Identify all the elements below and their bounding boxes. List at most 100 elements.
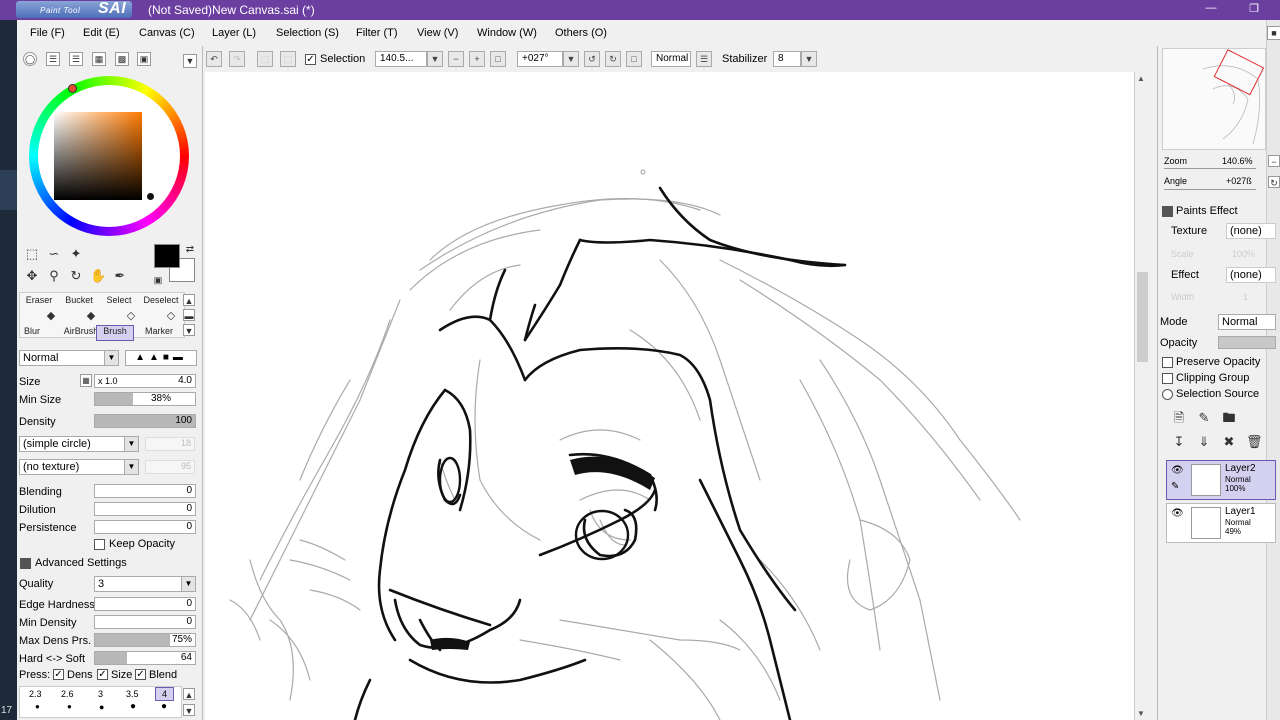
min-density-slider[interactable]: 0 xyxy=(94,615,196,629)
new-folder-icon[interactable]: 🖿 xyxy=(1221,410,1237,426)
stabilizer-field[interactable]: 8 xyxy=(773,51,801,67)
press-dens-checkbox[interactable]: ✓ xyxy=(53,669,64,680)
zoom-in-icon[interactable]: + xyxy=(469,51,485,67)
collapse-icon[interactable] xyxy=(20,558,31,569)
eyedropper-icon[interactable]: ✒ xyxy=(112,268,128,284)
nav-angle-slider[interactable] xyxy=(1164,189,1256,190)
clipping-group-checkbox[interactable] xyxy=(1162,373,1173,384)
brush-texture-select[interactable]: (no texture) ▼ xyxy=(19,459,139,475)
rect-select-icon[interactable]: ⬚ xyxy=(24,246,40,262)
navigator-preview[interactable] xyxy=(1162,48,1266,150)
menu-others[interactable]: Others (O) xyxy=(555,27,607,39)
new-layer-icon[interactable]: 🗎 xyxy=(1171,410,1187,426)
keep-opacity-checkbox[interactable] xyxy=(94,539,105,550)
size-preset-3[interactable]: 3 xyxy=(98,689,103,699)
brush-brush-selected[interactable]: Brush xyxy=(96,325,134,341)
canvas-vertical-scrollbar[interactable]: ▲ ▼ xyxy=(1134,72,1150,720)
advanced-settings-header[interactable]: Advanced Settings xyxy=(35,557,127,569)
rotate-left-icon[interactable]: ↺ xyxy=(584,51,600,67)
angle-dropdown-icon[interactable]: ▼ xyxy=(563,51,579,67)
redo-icon[interactable]: ↷ xyxy=(229,51,245,67)
zoom-out-icon[interactable]: − xyxy=(448,51,464,67)
presets-scroll-up-icon[interactable]: ▲ xyxy=(183,688,195,700)
hand-icon[interactable]: ✋ xyxy=(90,268,106,284)
scroll-up-icon[interactable]: ▲ xyxy=(1137,74,1145,83)
rotate-right-icon[interactable]: ↻ xyxy=(605,51,621,67)
angle-field[interactable]: +027° xyxy=(517,51,563,67)
nav-zoom-reset-icon[interactable]: − xyxy=(1268,155,1280,167)
rotate-icon[interactable]: ↻ xyxy=(68,268,84,284)
brush-shape-select[interactable]: (simple circle) ▼ xyxy=(19,436,139,452)
selection-source-radio[interactable] xyxy=(1162,389,1173,400)
minimize-icon[interactable]: — xyxy=(1203,2,1219,16)
transfer-down-icon[interactable]: ↧ xyxy=(1171,434,1187,450)
layer-row-layer2[interactable]: 👁 ✎ Layer2 Normal 100% xyxy=(1166,460,1276,500)
dock-icon[interactable]: ■ xyxy=(1267,26,1280,40)
edge-hardness-slider[interactable]: 0 xyxy=(94,597,196,611)
density-slider[interactable]: 100 xyxy=(94,414,196,428)
blending-slider[interactable]: 0 xyxy=(94,484,196,498)
scratchpad-icon[interactable]: ▩ xyxy=(115,52,129,66)
merge-down-icon[interactable]: ⇓ xyxy=(1196,434,1212,450)
rotate-reset-icon[interactable]: □ xyxy=(626,51,642,67)
hue-marker[interactable] xyxy=(68,84,77,93)
quality-select[interactable]: 3 ▼ xyxy=(94,576,196,592)
nav-zoom-slider[interactable] xyxy=(1164,168,1256,169)
press-blend-checkbox[interactable]: ✓ xyxy=(135,669,146,680)
saturation-marker[interactable] xyxy=(146,192,155,201)
show-selection-checkbox[interactable]: ✓ xyxy=(305,54,316,65)
layer-row-layer1[interactable]: 👁 Layer1 Normal 49% xyxy=(1166,503,1276,543)
brush-marker[interactable]: Marker xyxy=(139,326,179,342)
layer-mode-select[interactable]: Normal xyxy=(1218,314,1276,330)
menu-filter[interactable]: Filter (T) xyxy=(356,27,398,39)
eye-icon[interactable]: 👁 xyxy=(1171,465,1184,476)
brush-scroll-down-icon[interactable]: ▼ xyxy=(183,324,195,336)
undo-icon[interactable]: ↶ xyxy=(206,51,222,67)
zoom-icon[interactable]: ⚲ xyxy=(46,268,62,284)
color-saturation-square[interactable] xyxy=(54,112,142,200)
swap-colors-icon[interactable]: ⇄ xyxy=(182,242,198,258)
clear-layer-icon[interactable]: ✖ xyxy=(1221,434,1237,450)
max-dens-slider[interactable]: 75% xyxy=(94,633,196,647)
effect-select[interactable]: (none) xyxy=(1226,267,1276,283)
menu-canvas[interactable]: Canvas (C) xyxy=(139,27,195,39)
collapse-icon[interactable] xyxy=(1162,206,1173,217)
maximize-icon[interactable]: ❐ xyxy=(1246,2,1262,16)
nav-angle-reset-icon[interactable]: ↻ xyxy=(1268,176,1280,188)
reset-colors-icon[interactable]: ▣ xyxy=(150,272,166,288)
panel-menu-icon[interactable]: ▼ xyxy=(183,54,197,68)
size-lock-icon[interactable]: ▦ xyxy=(80,374,92,387)
foreground-color-swatch[interactable] xyxy=(154,244,180,268)
brush-airbrush[interactable]: AirBrush xyxy=(61,326,101,342)
size-preset-2[interactable]: 2.6 xyxy=(61,689,74,699)
view-mode-field[interactable]: Normal xyxy=(651,51,691,67)
menu-layer[interactable]: Layer (L) xyxy=(212,27,256,39)
zoom-dropdown-icon[interactable]: ▼ xyxy=(427,51,443,67)
deselect-icon[interactable]: ⬚ xyxy=(257,51,273,67)
min-size-slider[interactable]: 38% xyxy=(94,392,196,406)
dilution-slider[interactable]: 0 xyxy=(94,502,196,516)
texture-select[interactable]: (none) xyxy=(1226,223,1276,239)
scrollbar-thumb[interactable] xyxy=(1137,272,1148,362)
color-wheel-mode-icon[interactable]: ◯ xyxy=(23,52,37,66)
menu-view[interactable]: View (V) xyxy=(417,27,458,39)
move-icon[interactable]: ✥ xyxy=(24,268,40,284)
scroll-down-icon[interactable]: ▼ xyxy=(1137,709,1145,718)
mixer-icon[interactable]: ▣ xyxy=(137,52,151,66)
size-preset-1[interactable]: 2.3 xyxy=(29,689,42,699)
stabilizer-dropdown-icon[interactable]: ▼ xyxy=(801,51,817,67)
brush-scroll-mid-icon[interactable]: ▬ xyxy=(183,309,195,321)
hsv-slider-icon[interactable]: ☰ xyxy=(69,52,83,66)
eye-icon[interactable]: 👁 xyxy=(1171,508,1184,519)
menu-edit[interactable]: Edit (E) xyxy=(83,27,120,39)
layer-opacity-slider[interactable] xyxy=(1218,336,1276,349)
brush-blur[interactable]: Blur xyxy=(12,326,52,342)
drawing-canvas[interactable] xyxy=(205,72,1134,720)
menu-selection[interactable]: Selection (S) xyxy=(276,27,339,39)
invert-selection-icon[interactable]: ⬚ xyxy=(280,51,296,67)
delete-layer-icon[interactable]: 🗑 xyxy=(1246,434,1263,450)
size-slider[interactable]: x 1.0 4.0 xyxy=(94,374,196,388)
zoom-reset-icon[interactable]: □ xyxy=(490,51,506,67)
rgb-slider-icon[interactable]: ☰ xyxy=(46,52,60,66)
swatches-icon[interactable]: ▦ xyxy=(92,52,106,66)
